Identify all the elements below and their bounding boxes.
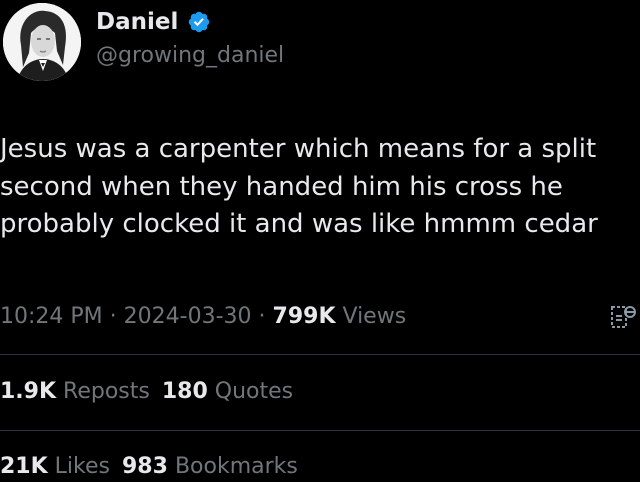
avatar[interactable] bbox=[3, 3, 81, 81]
bookmarks-count: 983 bbox=[122, 454, 168, 479]
user-handle[interactable]: @growing_daniel bbox=[96, 42, 284, 70]
tweet-line: probably clocked it and was like hmmm ce… bbox=[0, 209, 598, 239]
engagement-row-reposts: 1.9K Reposts 180 Quotes bbox=[0, 377, 293, 407]
reposts-count: 1.9K bbox=[0, 379, 57, 404]
views-count: 799K bbox=[272, 304, 336, 329]
likes-count: 21K bbox=[0, 454, 48, 479]
reposts-stat[interactable]: 1.9K Reposts bbox=[0, 379, 150, 404]
display-name[interactable]: Daniel bbox=[96, 8, 178, 36]
meta-separator: · bbox=[258, 304, 266, 329]
meta-separator: · bbox=[109, 304, 117, 329]
reposts-label: Reposts bbox=[63, 379, 150, 404]
tweet-meta: 10:24 PM · 2024-03-30 · 799K Views bbox=[0, 302, 406, 332]
divider bbox=[0, 354, 640, 355]
tweet-line: Jesus was a carpenter which means for a … bbox=[0, 134, 597, 164]
likes-label: Likes bbox=[54, 454, 110, 479]
bookmarks-stat[interactable]: 983 Bookmarks bbox=[122, 454, 298, 479]
analytics-icon[interactable] bbox=[608, 302, 638, 332]
tweet-time[interactable]: 10:24 PM bbox=[0, 304, 103, 329]
quotes-count: 180 bbox=[161, 379, 208, 404]
quotes-stat[interactable]: 180 Quotes bbox=[162, 379, 293, 404]
tweet-text: Jesus was a carpenter which means for a … bbox=[0, 131, 640, 244]
views-label: Views bbox=[342, 304, 407, 329]
tweet-date[interactable]: 2024-03-30 bbox=[124, 304, 252, 329]
engagement-row-likes: 21K Likes 983 Bookmarks bbox=[0, 452, 298, 482]
quotes-label: Quotes bbox=[214, 379, 294, 404]
tweet-line: second when they handed him his cross he bbox=[0, 171, 563, 202]
likes-stat[interactable]: 21K Likes bbox=[0, 454, 110, 479]
profile-photo-icon bbox=[3, 3, 81, 81]
divider bbox=[0, 430, 640, 431]
verified-badge-icon bbox=[188, 11, 210, 33]
bookmarks-label: Bookmarks bbox=[174, 454, 298, 479]
